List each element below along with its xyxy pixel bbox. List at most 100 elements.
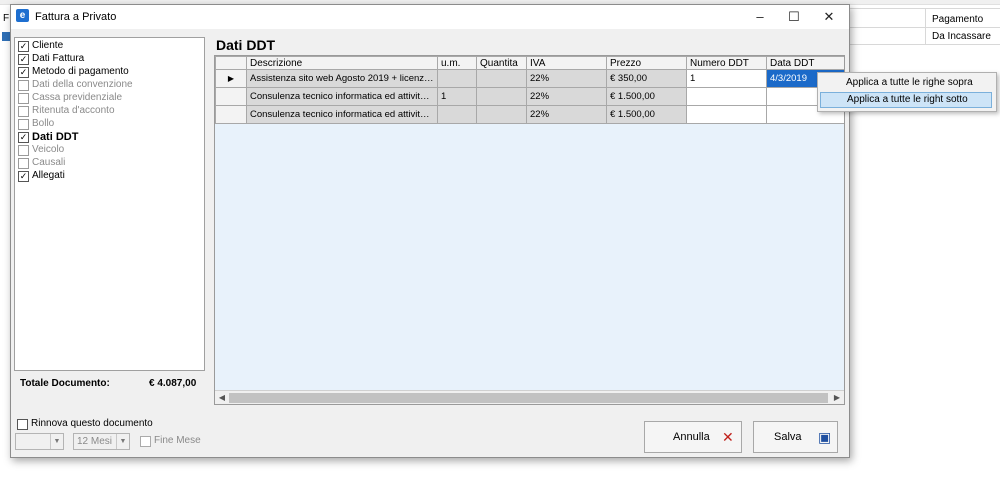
section-title: Dati DDT [216,37,276,53]
checkbox[interactable] [18,119,29,130]
fine-mese-label: Fine Mese [154,435,201,446]
total-document-label: Totale Documento: [20,378,110,389]
app-logo-icon: e [16,9,29,22]
menu-item-apply-above[interactable]: Applica a tutte le righe sopra [820,75,992,91]
cell-descrizione[interactable]: Consulenza tecnico informatica ed attivi… [246,105,438,124]
checkbox[interactable] [18,93,29,104]
column-header-descrizione[interactable]: Descrizione [246,56,438,70]
background-grid-divider [925,8,926,44]
row-header-corner [215,56,247,70]
current-row-marker-icon[interactable]: ▶ [215,69,247,88]
nav-item-metodo-pagamento[interactable]: Metodo di pagamento [18,66,202,79]
sections-checklist: Cliente Dati Fattura Metodo di pagamento… [14,37,205,371]
cell-um[interactable]: 1 [437,87,477,106]
cell-quantita[interactable] [476,87,527,106]
period-select[interactable]: ▼ [15,433,64,450]
table-row[interactable]: Consulenza tecnico informatica ed attivi… [215,87,844,106]
checkbox[interactable] [18,158,29,169]
nav-item-label: Allegati [32,170,65,181]
background-grid-line [850,44,1000,45]
background-folder-icon [2,32,10,41]
months-select-value: 12 Mesi [77,436,113,447]
nav-item-label: Dati Fattura [32,53,85,64]
chevron-down-icon[interactable]: ▼ [116,434,129,449]
ddt-grid: Descrizione u.m. Quantita IVA Prezzo Num… [214,55,845,405]
scroll-right-icon[interactable]: ▶ [830,391,844,404]
cell-um[interactable] [437,69,477,88]
checkbox[interactable] [18,106,29,117]
menu-item-apply-below[interactable]: Applica a tutte le right sotto [820,92,992,108]
checkbox[interactable] [18,41,29,52]
table-row[interactable]: ▶ Assistenza sito web Agosto 2019 + lice… [215,69,844,88]
nav-item-dati-fattura[interactable]: Dati Fattura [18,53,202,66]
checkbox[interactable] [18,145,29,156]
scroll-left-icon[interactable]: ◀ [215,391,229,404]
table-row[interactable]: Consulenza tecnico informatica ed attivi… [215,105,844,124]
ddt-table: Descrizione u.m. Quantita IVA Prezzo Num… [215,56,844,124]
row-header-cell[interactable] [215,105,247,124]
floppy-disk-icon: ▣ [818,429,832,445]
nav-item-cliente[interactable]: Cliente [18,40,202,53]
checkbox[interactable] [18,132,29,143]
nav-item-label: Causali [32,157,66,168]
nav-item-label: Ritenuta d'acconto [32,105,115,116]
annulla-button[interactable]: Annulla ✕ [644,421,742,453]
minimize-button[interactable]: – [743,5,777,29]
cell-iva[interactable]: 22% [526,87,607,106]
row-header-cell[interactable] [215,87,247,106]
column-header-um[interactable]: u.m. [437,56,477,70]
nav-item-ritenuta-acconto[interactable]: Ritenuta d'acconto [18,105,202,118]
cell-prezzo[interactable]: € 1.500,00 [606,105,687,124]
nav-item-allegati[interactable]: Allegati [18,170,202,183]
cell-numero-ddt[interactable] [686,105,767,124]
months-select[interactable]: 12 Mesi ▼ [73,433,130,450]
annulla-label: Annulla [673,431,710,443]
rinnova-checkbox[interactable] [17,419,28,430]
nav-item-veicolo[interactable]: Veicolo [18,144,202,157]
column-header-numero-ddt[interactable]: Numero DDT [686,56,767,70]
background-left-letter: F [3,13,10,24]
cell-iva[interactable]: 22% [526,69,607,88]
checkbox[interactable] [18,54,29,65]
nav-item-causali[interactable]: Causali [18,157,202,170]
background-cell-da-incassare[interactable]: Da Incassare [932,31,991,42]
nav-item-cassa-previdenziale[interactable]: Cassa previdenziale [18,92,202,105]
column-header-prezzo[interactable]: Prezzo [606,56,687,70]
cell-descrizione[interactable]: Assistenza sito web Agosto 2019 + licenz… [246,69,438,88]
checkbox[interactable] [18,171,29,182]
cell-quantita[interactable] [476,69,527,88]
checkbox[interactable] [18,67,29,78]
nav-item-label: Bollo [32,118,55,129]
cell-prezzo[interactable]: € 1.500,00 [606,87,687,106]
cell-prezzo[interactable]: € 350,00 [606,69,687,88]
nav-item-dati-ddt[interactable]: Dati DDT [18,131,202,144]
context-menu: Applica a tutte le righe sopra Applica a… [817,72,997,112]
title-bar[interactable]: e Fattura a Privato – ☐ ✕ [11,5,849,29]
background-cell-pagamento[interactable]: Pagamento [932,14,983,25]
fine-mese-checkbox[interactable] [140,436,151,447]
nav-item-label: Dati DDT [32,131,79,143]
nav-item-dati-convenzione[interactable]: Dati della convenzione [18,79,202,92]
scrollbar-thumb[interactable] [229,393,828,403]
salva-button[interactable]: Salva ▣ [753,421,838,453]
window-title: Fattura a Privato [35,11,117,23]
checkbox[interactable] [18,80,29,91]
cell-iva[interactable]: 22% [526,105,607,124]
nav-item-label: Cliente [32,40,64,51]
close-button[interactable]: ✕ [812,5,846,29]
nav-item-label: Veicolo [32,144,65,155]
nav-item-label: Cassa previdenziale [32,92,123,103]
column-header-quantita[interactable]: Quantita [476,56,527,70]
cell-descrizione[interactable]: Consulenza tecnico informatica ed attivi… [246,87,438,106]
cell-numero-ddt[interactable] [686,87,767,106]
cell-numero-ddt[interactable]: 1 [686,69,767,88]
chevron-down-icon[interactable]: ▼ [50,434,63,449]
cell-um[interactable] [437,105,477,124]
background-grid: Pagamento Da Incassare [850,8,1000,48]
cell-quantita[interactable] [476,105,527,124]
column-header-iva[interactable]: IVA [526,56,607,70]
horizontal-scrollbar[interactable]: ◀ ▶ [215,390,844,404]
nav-item-bollo[interactable]: Bollo [18,118,202,131]
maximize-button[interactable]: ☐ [777,5,811,29]
column-header-data-ddt[interactable]: Data DDT [766,56,844,70]
